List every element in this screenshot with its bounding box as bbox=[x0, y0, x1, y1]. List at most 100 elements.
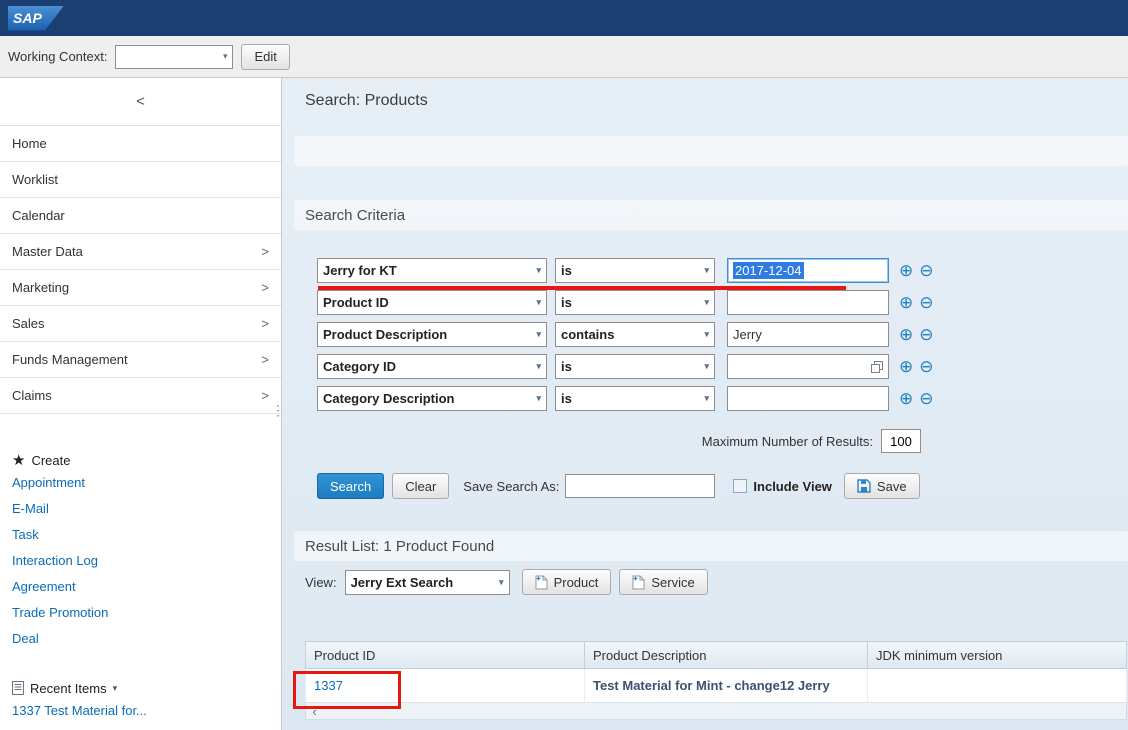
recent-item-link[interactable]: 1337 Test Material for... bbox=[12, 698, 267, 724]
sidebar-item-label: Worklist bbox=[12, 172, 58, 187]
field-select-value: Category Description bbox=[323, 391, 455, 406]
column-header-product-description[interactable]: Product Description bbox=[585, 642, 868, 668]
working-context-label: Working Context: bbox=[8, 49, 108, 64]
criteria-value-input[interactable]: 2017-12-04 bbox=[727, 258, 889, 283]
add-row-button[interactable]: ⊕ bbox=[899, 390, 913, 407]
product-button-label: Product bbox=[553, 574, 599, 590]
clear-button[interactable]: Clear bbox=[392, 473, 450, 499]
chevron-down-icon: ▾ bbox=[704, 297, 709, 307]
sidebar-item-home[interactable]: Home bbox=[0, 126, 281, 162]
search-button[interactable]: Search bbox=[317, 473, 385, 499]
criteria-value-input[interactable] bbox=[727, 386, 889, 411]
criteria-row: Jerry for KT ▾ is ▾ 2017-12-04 ⊕ ⊖ bbox=[317, 258, 1128, 283]
recent-toggle-icon: ▾ bbox=[112, 682, 118, 693]
sidebar-item-sales[interactable]: Sales > bbox=[0, 306, 281, 342]
create-section-title: ★ Create bbox=[12, 450, 281, 470]
criteria-operator-select[interactable]: is ▾ bbox=[555, 386, 715, 411]
remove-row-button[interactable]: ⊖ bbox=[919, 358, 933, 375]
column-header-jdk-minimum-version[interactable]: JDK minimum version bbox=[868, 642, 1127, 668]
view-select[interactable]: Jerry Ext Search ▾ bbox=[344, 569, 510, 595]
sidebar-item-claims[interactable]: Claims > bbox=[0, 378, 281, 414]
sidebar-item-label: Funds Management bbox=[12, 352, 128, 367]
new-product-button[interactable]: Product bbox=[521, 569, 612, 595]
criteria-value-input[interactable] bbox=[727, 290, 889, 315]
create-link-deal[interactable]: Deal bbox=[12, 626, 267, 652]
sidebar-item-funds-management[interactable]: Funds Management > bbox=[0, 342, 281, 378]
column-header-label: JDK minimum version bbox=[876, 647, 1003, 663]
product-id-link[interactable]: 1337 bbox=[314, 678, 343, 693]
create-star-icon: ★ bbox=[12, 452, 26, 469]
sidebar-item-marketing[interactable]: Marketing > bbox=[0, 270, 281, 306]
working-context-select[interactable]: ▾ bbox=[115, 44, 234, 69]
collapse-icon: < bbox=[136, 93, 145, 110]
add-row-button[interactable]: ⊕ bbox=[899, 294, 913, 311]
max-results-label: Maximum Number of Results: bbox=[701, 433, 873, 449]
max-results-input[interactable] bbox=[881, 429, 921, 453]
chevron-down-icon: ▾ bbox=[536, 393, 541, 403]
sidebar-splitter-handle[interactable]: ⋮ bbox=[271, 403, 285, 417]
remove-row-button[interactable]: ⊖ bbox=[919, 390, 933, 407]
chevron-right-icon: > bbox=[261, 316, 269, 331]
remove-row-button[interactable]: ⊖ bbox=[919, 262, 933, 279]
sidebar-item-master-data[interactable]: Master Data > bbox=[0, 234, 281, 270]
criteria-operator-select[interactable]: contains ▾ bbox=[555, 322, 715, 347]
sidebar-collapse-button[interactable]: < bbox=[0, 78, 281, 126]
add-row-button[interactable]: ⊕ bbox=[899, 326, 913, 343]
save-button[interactable]: Save bbox=[843, 473, 920, 499]
create-link-interaction-log[interactable]: Interaction Log bbox=[12, 548, 267, 574]
create-link-agreement[interactable]: Agreement bbox=[12, 574, 267, 600]
create-link-trade-promotion[interactable]: Trade Promotion bbox=[12, 600, 267, 626]
working-context-bar: Working Context: ▾ Edit bbox=[0, 36, 1128, 78]
criteria-row: Product Description ▾ contains ▾ Jerry ⊕… bbox=[317, 322, 1128, 347]
criteria-operator-select[interactable]: is ▾ bbox=[555, 258, 715, 283]
recent-items-header[interactable]: Recent Items ▾ bbox=[12, 678, 281, 698]
search-actions-row: Search Clear Save Search As: Include Vie… bbox=[317, 473, 1128, 499]
view-select-value: Jerry Ext Search bbox=[350, 574, 454, 590]
result-list-header: Result List: 1 Product Found bbox=[294, 531, 1128, 561]
criteria-value-input[interactable]: Jerry bbox=[727, 322, 889, 347]
operator-select-value: contains bbox=[561, 327, 615, 342]
result-list-title: Result List: 1 Product Found bbox=[305, 537, 495, 555]
include-view-label: Include View bbox=[753, 478, 832, 494]
value-help-icon[interactable] bbox=[871, 360, 883, 373]
criteria-operator-select[interactable]: is ▾ bbox=[555, 354, 715, 379]
new-document-icon bbox=[535, 575, 548, 589]
criteria-field-select[interactable]: Jerry for KT ▾ bbox=[317, 258, 547, 283]
sap-logo-text: SAP bbox=[13, 10, 42, 26]
criteria-value-input[interactable] bbox=[727, 354, 889, 379]
add-row-button[interactable]: ⊕ bbox=[899, 262, 913, 279]
search-criteria-header: Search Criteria bbox=[294, 200, 1128, 230]
cell-product-description: Test Material for Mint - change12 Jerry bbox=[585, 669, 868, 702]
navigation-sidebar: < Home Worklist Calendar Master Data > M… bbox=[0, 78, 285, 730]
new-service-button[interactable]: Service bbox=[619, 569, 708, 595]
column-header-product-id[interactable]: Product ID bbox=[306, 642, 585, 668]
create-link-task[interactable]: Task bbox=[12, 522, 267, 548]
sidebar-item-calendar[interactable]: Calendar bbox=[0, 198, 281, 234]
include-view-checkbox[interactable] bbox=[733, 479, 748, 493]
criteria-row: Category ID ▾ is ▾ ⊕ ⊖ bbox=[317, 354, 1128, 379]
save-search-as-input[interactable] bbox=[565, 474, 716, 498]
sidebar-item-worklist[interactable]: Worklist bbox=[0, 162, 281, 198]
create-link-appointment[interactable]: Appointment bbox=[12, 470, 267, 496]
save-search-as-label: Save Search As: bbox=[463, 478, 560, 494]
edit-button[interactable]: Edit bbox=[241, 43, 290, 70]
create-link-email[interactable]: E-Mail bbox=[12, 496, 267, 522]
add-row-button[interactable]: ⊕ bbox=[899, 358, 913, 375]
scroll-left-icon[interactable]: ‹ bbox=[306, 704, 323, 719]
horizontal-scrollbar[interactable]: ‹ bbox=[305, 703, 1127, 720]
criteria-field-select[interactable]: Category Description ▾ bbox=[317, 386, 547, 411]
operator-select-value: is bbox=[561, 295, 572, 310]
search-criteria-form: Jerry for KT ▾ is ▾ 2017-12-04 ⊕ ⊖ Produ… bbox=[317, 258, 1128, 411]
results-table: Product ID Product Description JDK minim… bbox=[305, 641, 1127, 720]
criteria-field-select[interactable]: Product Description ▾ bbox=[317, 322, 547, 347]
chevron-right-icon: > bbox=[261, 244, 269, 259]
sidebar-item-label: Master Data bbox=[12, 244, 83, 259]
criteria-field-select[interactable]: Product ID ▾ bbox=[317, 290, 547, 315]
chevron-down-icon: ▾ bbox=[704, 393, 709, 403]
criteria-field-select[interactable]: Category ID ▾ bbox=[317, 354, 547, 379]
column-header-label: Product ID bbox=[314, 647, 376, 663]
criteria-operator-select[interactable]: is ▾ bbox=[555, 290, 715, 315]
max-results-row: Maximum Number of Results: bbox=[317, 429, 921, 453]
remove-row-button[interactable]: ⊖ bbox=[919, 326, 933, 343]
remove-row-button[interactable]: ⊖ bbox=[919, 294, 933, 311]
